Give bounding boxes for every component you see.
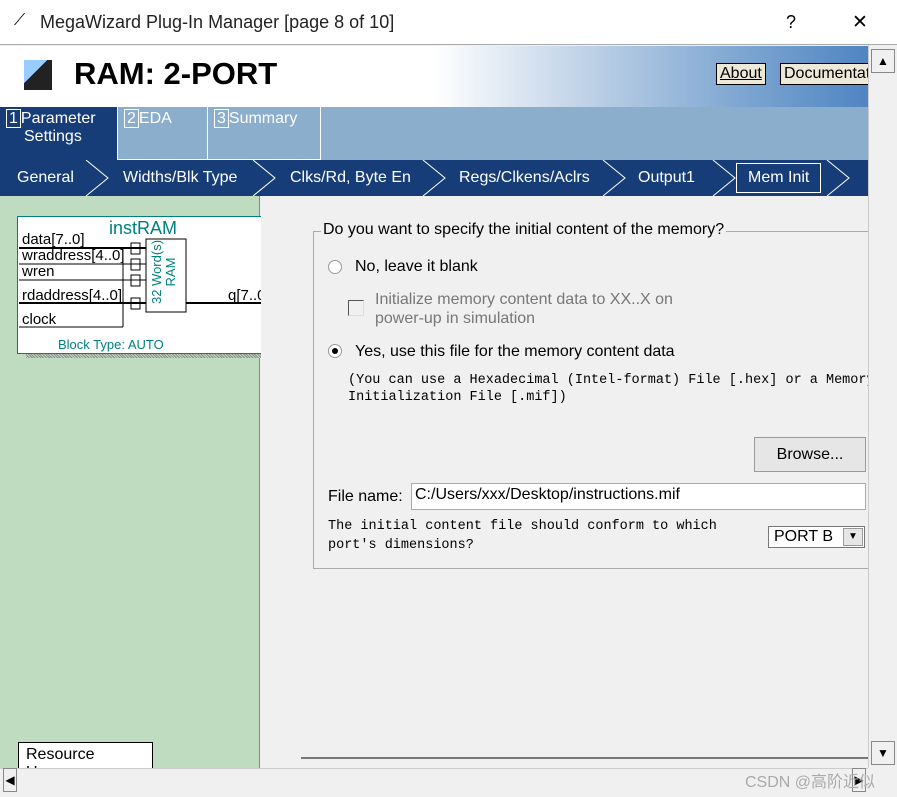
chevron-down-icon[interactable]: ▼ [843, 528, 863, 546]
group-title: Do you want to specify the initial conte… [321, 221, 727, 239]
port-select[interactable]: PORT B ▼ [768, 526, 865, 548]
step-bar: General Widths/Blk Type Clks/Rd, Byte En… [0, 160, 868, 196]
about-button[interactable]: About [716, 63, 766, 85]
label-no[interactable]: No, leave it blank [355, 258, 478, 276]
radio-yes[interactable] [328, 344, 342, 358]
browse-button[interactable]: Browse... [754, 437, 866, 472]
documentation-button[interactable]: Documentati [780, 63, 870, 85]
init-xx-checkbox[interactable] [348, 300, 364, 316]
watermark: CSDN @高阶近似 [745, 774, 876, 791]
left-pane: instRAM data[7..0] wraddress[4..0] wren … [0, 196, 284, 781]
mem-init-pane: Do you want to specify the initial conte… [261, 196, 875, 768]
scroll-up-icon[interactable]: ▲ [871, 49, 895, 73]
scroll-left-icon[interactable]: ◀ [3, 768, 17, 792]
tab-bar: 1 Parameter Settings 2 EDA 3 Summary [0, 107, 868, 160]
divider [301, 757, 868, 759]
step-chevrons [85, 160, 850, 196]
horizontal-scrollbar[interactable]: ◀ ▶ [0, 768, 868, 792]
radio-no[interactable] [328, 260, 342, 274]
window-title: MegaWizard Plug-In Manager [page 8 of 10… [40, 12, 395, 32]
vertical-scrollbar[interactable]: ▲ ▼ [868, 45, 897, 768]
wand-icon: ⟋ [14, 12, 26, 29]
resource-usage-tab[interactable]: Resource Usage [18, 742, 153, 781]
megafunction-icon [24, 60, 52, 90]
scroll-down-icon[interactable]: ▼ [871, 741, 895, 765]
tab-summary[interactable]: 3 Summary [208, 107, 321, 160]
file-name-input[interactable]: C:/Users/xxx/Desktop/instructions.mif [411, 483, 866, 510]
help-button[interactable]: ? [786, 12, 796, 33]
tab-parameter-settings[interactable]: 1 Parameter Settings [0, 107, 118, 160]
label-yes[interactable]: Yes, use this file for the memory conten… [355, 343, 675, 361]
tab-eda[interactable]: 2 EDA [118, 107, 208, 160]
title-bar: ⟋ MegaWizard Plug-In Manager [page 8 of … [0, 0, 897, 45]
header: RAM: 2-PORT About Documentati [0, 46, 870, 107]
page-title: RAM: 2-PORT [74, 56, 278, 91]
symbol-diagram: instRAM data[7..0] wraddress[4..0] wren … [17, 216, 275, 354]
close-button[interactable]: ✕ [852, 11, 868, 34]
